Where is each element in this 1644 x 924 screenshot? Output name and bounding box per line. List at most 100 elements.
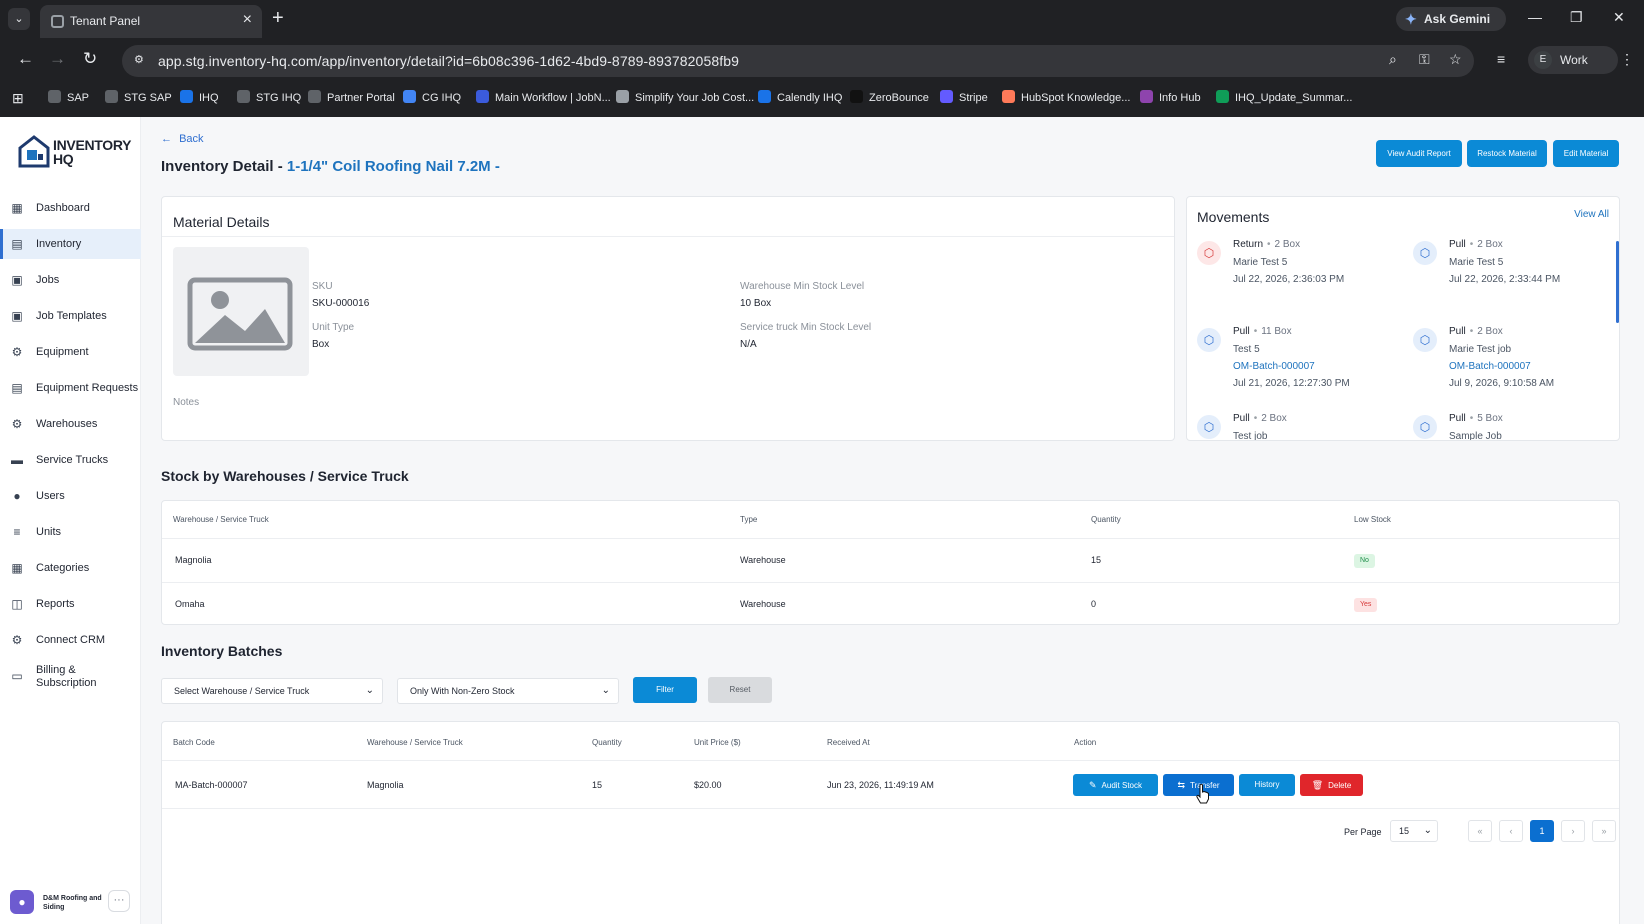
delete-button[interactable]: 🗑 Delete xyxy=(1300,774,1363,796)
movement-item[interactable]: ⬡Pull•2 BoxTest jobOM-Batch-000007 xyxy=(1197,413,1387,440)
sidebar-item-users[interactable]: ● Users xyxy=(0,481,141,511)
movement-item[interactable]: ⬡ Pull • 2 Box Marie Test job OM-Batch-000007… xyxy=(1413,326,1603,406)
edit-icon: ✎ xyxy=(1088,780,1097,790)
movement-date: Jul 9, 2026, 9:10:58 AM xyxy=(1449,378,1555,389)
ask-gemini-button[interactable]: ✦ Ask Gemini xyxy=(1396,7,1506,31)
first-page-button[interactable]: « xyxy=(1468,820,1492,842)
reading-list-icon[interactable]: ≡ xyxy=(1497,51,1505,67)
movement-batch-link[interactable]: OM-Batch-000007 xyxy=(1449,361,1531,372)
users-icon: ● xyxy=(13,489,21,503)
last-page-button[interactable]: » xyxy=(1592,820,1616,842)
bookmark-item[interactable]: Stripe xyxy=(940,90,988,104)
filter-button[interactable]: Filter xyxy=(633,677,697,703)
back-link[interactable]: ← Back xyxy=(161,133,204,145)
forward-arrow-icon[interactable]: → xyxy=(49,49,66,69)
tab-search-button[interactable]: ⌄ xyxy=(8,8,30,30)
movement-item[interactable]: ⬡Pull•5 BoxSample JobOM-Batch-000007 xyxy=(1413,413,1603,440)
next-page-button[interactable]: › xyxy=(1561,820,1585,842)
bookmark-item[interactable]: SAP xyxy=(48,90,89,104)
bookmark-item[interactable]: Simplify Your Job Cost... xyxy=(616,90,754,104)
new-tab-button[interactable]: + xyxy=(272,8,284,28)
categories-icon: ▦ xyxy=(11,561,23,575)
view-all-link[interactable]: View All xyxy=(1574,209,1609,220)
tenant-more-button[interactable]: ··· xyxy=(108,890,130,912)
restock-material-button[interactable]: Restock Material xyxy=(1467,140,1547,167)
bookmark-label: HubSpot Knowledge... xyxy=(1021,92,1131,104)
url-text[interactable]: app.stg.inventory-hq.com/app/inventory/d… xyxy=(158,53,739,69)
tenant-switcher[interactable]: ● D&M Roofing and Siding ··· xyxy=(10,887,132,917)
separator-dot: • xyxy=(1469,326,1474,337)
bookmark-item[interactable]: IHQ xyxy=(180,90,219,104)
password-key-icon[interactable]: ⚿ xyxy=(1419,51,1430,68)
page-button-current[interactable]: 1 xyxy=(1530,820,1554,842)
minimize-icon[interactable]: — xyxy=(1528,9,1542,25)
site-info-icon[interactable]: ⚙ xyxy=(134,53,150,69)
warehouse-select[interactable]: Select Warehouse / Service Truck ⌄ xyxy=(161,678,383,704)
sidebar: INVENTORY HQ ▦ Dashboard ▤ Inventory ▣ Jobs ▣ J… xyxy=(0,117,141,924)
unit-type-value: Box xyxy=(312,339,330,350)
browser-menu-icon[interactable]: ⋮ xyxy=(1620,51,1634,68)
inventory-hq-logo[interactable]: INVENTORY HQ xyxy=(18,134,138,170)
page-title: Inventory Detail - 1-1/4" Coil Roofing N… xyxy=(161,158,500,175)
sidebar-item-jobs[interactable]: ▣ Jobs xyxy=(0,265,141,295)
batches-table: Batch Code Warehouse / Service Truck Qua… xyxy=(161,721,1620,924)
bookmark-item[interactable]: IHQ_Update_Summar... xyxy=(1216,90,1352,104)
history-button[interactable]: History xyxy=(1239,774,1295,796)
logo-text: INVENTORY HQ xyxy=(53,138,132,166)
back-arrow-icon[interactable]: ← xyxy=(17,49,34,69)
bookmark-item[interactable]: STG SAP xyxy=(105,90,172,104)
sidebar-item-service-trucks[interactable]: ▬ Service Trucks xyxy=(0,445,141,475)
sidebar-item-categories[interactable]: ▦ Categories xyxy=(0,553,141,583)
zoom-icon[interactable]: ⌕ xyxy=(1389,51,1397,68)
bookmark-star-icon[interactable]: ☆ xyxy=(1449,51,1462,68)
profile-button[interactable]: E Work xyxy=(1528,46,1618,74)
sidebar-item-job-templates[interactable]: ▣ Job Templates xyxy=(0,301,141,331)
address-bar[interactable]: ⚙ app.stg.inventory-hq.com/app/inventory… xyxy=(122,45,1474,77)
movement-item[interactable]: ⬡ Pull • 11 Box Test 5 OM-Batch-000007 Jul 21,… xyxy=(1197,326,1387,406)
stock-filter-value: Only With Non-Zero Stock xyxy=(410,686,515,696)
bookmark-item[interactable]: Main Workflow | JobN... xyxy=(476,90,611,104)
movement-item[interactable]: ⬡ Return • 2 Box Marie Test 5 Jul 22, 2026, 2… xyxy=(1197,239,1387,319)
movement-job: Test 5 xyxy=(1233,344,1260,355)
bookmark-item[interactable]: Info Hub xyxy=(1140,90,1201,104)
separator-dot: • xyxy=(1267,239,1271,250)
sidebar-item-connect-crm[interactable]: ⚙ Connect CRM xyxy=(0,625,141,655)
audit-stock-button[interactable]: ✎ Audit Stock xyxy=(1073,774,1158,796)
sidebar-item-inventory[interactable]: ▤ Inventory xyxy=(0,229,141,259)
movement-quantity: 2 Box xyxy=(1274,239,1301,250)
chevron-down-icon: ⌄ xyxy=(1423,825,1432,836)
tenant-name: D&M Roofing and Siding xyxy=(43,895,102,911)
view-audit-report-button[interactable]: View Audit Report xyxy=(1376,140,1462,167)
bookmark-item[interactable]: Calendly IHQ xyxy=(758,90,842,104)
stock-filter-select[interactable]: Only With Non-Zero Stock ⌄ xyxy=(397,678,619,704)
sidebar-item-equipment[interactable]: ⚙ Equipment xyxy=(0,337,141,367)
sidebar-item-billing-subscription[interactable]: ▭ Billing & Subscription xyxy=(0,661,141,691)
reset-button[interactable]: Reset xyxy=(708,677,772,703)
edit-material-button[interactable]: Edit Material xyxy=(1553,140,1619,167)
movements-scrollbar[interactable] xyxy=(1616,241,1619,323)
sidebar-item-equipment-requests[interactable]: ▤ Equipment Requests xyxy=(0,373,141,403)
sidebar-item-reports[interactable]: ◫ Reports xyxy=(0,589,141,619)
bookmark-item[interactable]: Partner Portal xyxy=(308,90,395,104)
close-window-icon[interactable]: ✕ xyxy=(1613,9,1625,26)
movement-batch-link[interactable]: OM-Batch-000007 xyxy=(1233,361,1315,372)
bookmark-item[interactable]: ZeroBounce xyxy=(850,90,929,104)
sidebar-item-warehouses[interactable]: ⚙ Warehouses xyxy=(0,409,141,439)
bookmark-item[interactable]: STG IHQ xyxy=(237,90,301,104)
tab-close-icon[interactable]: × xyxy=(243,11,252,29)
movement-item[interactable]: ⬡ Pull • 2 Box Marie Test 5 Jul 22, 2026, 2:3… xyxy=(1413,239,1603,319)
sidebar-item-units[interactable]: ≡ Units xyxy=(0,517,141,547)
sidebar-item-dashboard[interactable]: ▦ Dashboard xyxy=(0,193,141,223)
reload-icon[interactable]: ↻ xyxy=(83,49,97,69)
prev-page-button[interactable]: ‹ xyxy=(1499,820,1523,842)
browser-tab[interactable]: Tenant Panel × xyxy=(40,5,262,38)
main-content: ← Back Inventory Detail - 1-1/4" Coil Ro… xyxy=(141,117,1644,924)
apps-grid-icon[interactable]: ⊞ xyxy=(12,90,24,107)
notes-label: Notes xyxy=(173,397,200,408)
restore-icon[interactable]: ❐ xyxy=(1570,9,1583,26)
bookmark-label: ZeroBounce xyxy=(869,92,929,104)
bookmark-item[interactable]: HubSpot Knowledge... xyxy=(1002,90,1130,104)
separator-dot: • xyxy=(1469,239,1474,250)
per-page-select[interactable]: 15 ⌄ xyxy=(1390,820,1438,842)
bookmark-item[interactable]: CG IHQ xyxy=(403,90,461,104)
